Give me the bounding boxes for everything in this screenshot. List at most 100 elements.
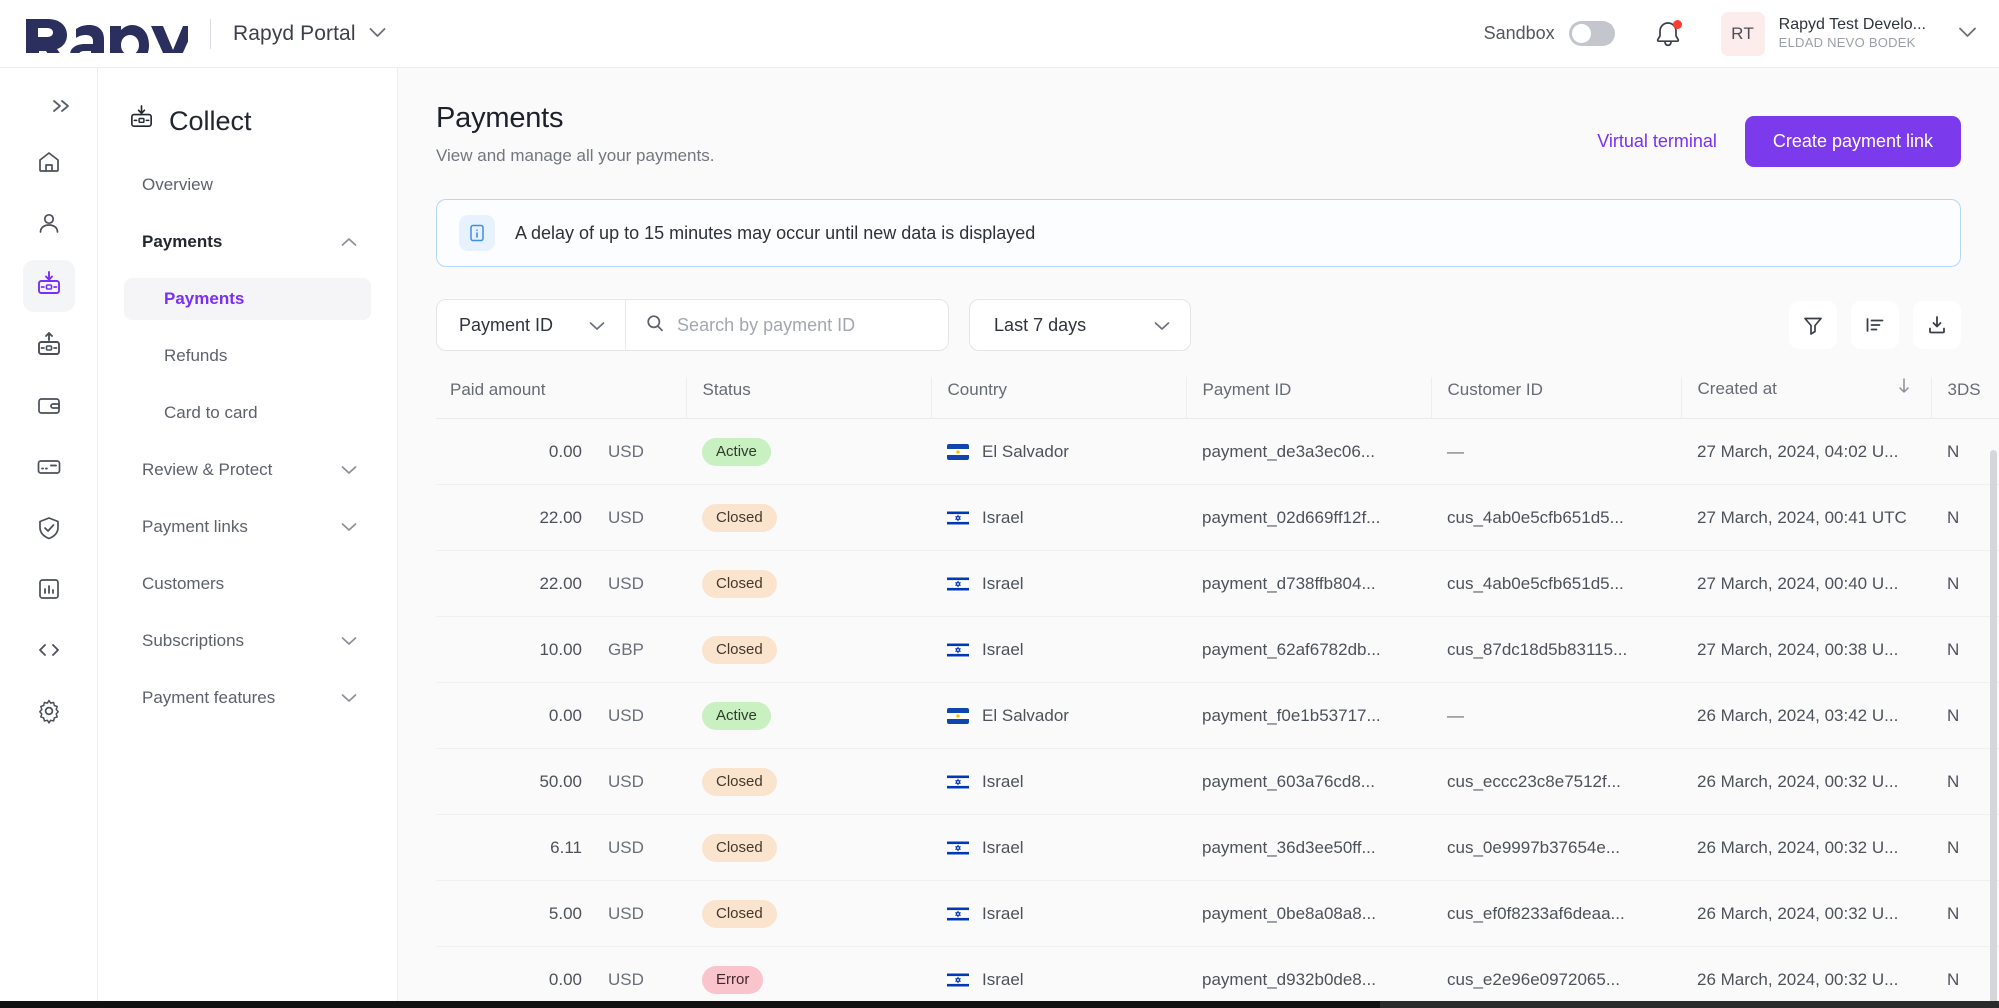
download-icon[interactable] (1913, 301, 1961, 349)
chevron-down-icon (589, 315, 605, 336)
filter-icon[interactable] (1789, 301, 1837, 349)
table-row[interactable]: 10.00 GBP Closed Israel payment_62af6782… (436, 617, 1999, 683)
sidebar-item-label: Payments (164, 289, 244, 309)
horizontal-scrollbar[interactable] (0, 1001, 1999, 1008)
rail-item-home[interactable] (23, 138, 75, 190)
cell-country: Israel (931, 749, 1186, 815)
sidebar-group-payments[interactable]: Payments (124, 221, 371, 263)
avatar: RT (1721, 12, 1765, 56)
rail-item-wallet[interactable] (23, 382, 75, 434)
cell-created-at: 26 March, 2024, 00:32 U... (1681, 815, 1931, 881)
info-icon (459, 215, 495, 251)
date-range-select[interactable]: Last 7 days (969, 299, 1191, 351)
column-label: Customer ID (1448, 380, 1543, 400)
cell-3ds: N (1931, 683, 1999, 749)
notification-bell-button[interactable] (1655, 20, 1681, 48)
table-head: Paid amount Status Country Payment ID (436, 377, 1999, 419)
column-header-status[interactable]: Status (686, 377, 931, 419)
column-header-country[interactable]: Country (931, 377, 1186, 419)
country-label: Israel (982, 838, 1024, 858)
chevron-down-icon (341, 517, 357, 537)
status-badge: Closed (702, 636, 777, 664)
cell-customer-id: cus_e2e96e0972065... (1431, 947, 1681, 1008)
horizontal-scrollbar-thumb[interactable] (0, 1001, 1380, 1008)
sidebar-item-refunds[interactable]: Refunds (124, 335, 371, 377)
column-header-paid-amount[interactable]: Paid amount (436, 377, 686, 419)
table-row[interactable]: 0.00 USD Active El Salvador payment_de3a… (436, 419, 1999, 485)
table-row[interactable]: 50.00 USD Closed Israel payment_603a76cd… (436, 749, 1999, 815)
table-row[interactable]: 0.00 USD Active El Salvador payment_f0e1… (436, 683, 1999, 749)
table-row[interactable]: 22.00 USD Closed Israel payment_d738ffb8… (436, 551, 1999, 617)
cell-3ds: N (1931, 485, 1999, 551)
cell-status: Closed (686, 815, 931, 881)
arrow-down-icon[interactable] (1897, 377, 1931, 400)
sidebar-item-overview[interactable]: Overview (124, 164, 371, 206)
column-header-created-at[interactable]: Created at (1681, 377, 1931, 419)
chevron-down-icon (341, 631, 357, 651)
double-chevron-right-icon[interactable] (40, 84, 84, 128)
cell-3ds: N (1931, 551, 1999, 617)
cell-currency: GBP (596, 617, 686, 683)
cell-customer-id: — (1431, 683, 1681, 749)
rail-item-issuing[interactable] (23, 443, 75, 495)
rail-item-settings[interactable] (23, 687, 75, 739)
chevron-down-icon[interactable] (369, 25, 386, 43)
virtual-terminal-link[interactable]: Virtual terminal (1597, 131, 1717, 152)
rail-item-clients[interactable] (23, 199, 75, 251)
column-header-customer-id[interactable]: Customer ID (1431, 377, 1681, 419)
table-row[interactable]: 5.00 USD Closed Israel payment_0be8a08a8… (436, 881, 1999, 947)
page-header-actions: Virtual terminal Create payment link (1597, 102, 1961, 167)
country-label: Israel (982, 970, 1024, 990)
wallet-icon (36, 393, 62, 424)
sidebar-item-customers[interactable]: Customers (124, 563, 371, 605)
flag-sv-icon (947, 444, 969, 460)
column-header-3ds[interactable]: 3DS (1931, 377, 1999, 419)
cell-country: Israel (931, 551, 1186, 617)
flag-il-icon (947, 774, 969, 790)
sidebar-item-payments[interactable]: Payments (124, 278, 371, 320)
cell-amount: 0.00 (436, 419, 596, 485)
brand[interactable]: Rapyd Portal (24, 15, 386, 53)
column-header-payment-id[interactable]: Payment ID (1186, 377, 1431, 419)
account-menu[interactable]: RT Rapyd Test Develo... ELDAD NEVO BODEK (1721, 12, 1977, 56)
subnav-title: Collect (98, 68, 397, 138)
rail-item-reports[interactable] (23, 565, 75, 617)
cell-3ds: N (1931, 419, 1999, 485)
rail-item-disburse[interactable] (23, 321, 75, 373)
cell-currency: USD (596, 485, 686, 551)
table-row[interactable]: 0.00 USD Error Israel payment_d932b0de8.… (436, 947, 1999, 1008)
cell-amount: 22.00 (436, 485, 596, 551)
vertical-scrollbar[interactable] (1990, 450, 1997, 1008)
delay-notice-text: A delay of up to 15 minutes may occur un… (515, 223, 1035, 244)
rail-item-developers[interactable] (23, 626, 75, 678)
flag-il-icon (947, 642, 969, 658)
status-badge: Error (702, 966, 763, 994)
status-badge: Closed (702, 768, 777, 796)
sidebar-group-review-protect[interactable]: Review & Protect (124, 449, 371, 491)
cell-currency: USD (596, 551, 686, 617)
create-payment-link-button[interactable]: Create payment link (1745, 116, 1961, 167)
search-input[interactable]: Search by payment ID (626, 314, 948, 337)
cell-3ds: N (1931, 815, 1999, 881)
chevron-down-icon[interactable] (1958, 25, 1977, 43)
sandbox-switch[interactable]: Sandbox (1484, 21, 1615, 46)
sidebar-item-label: Subscriptions (142, 631, 244, 651)
search-placeholder: Search by payment ID (677, 315, 855, 336)
status-badge: Closed (702, 900, 777, 928)
sort-icon[interactable] (1851, 301, 1899, 349)
chevron-up-icon (341, 232, 357, 252)
sandbox-toggle[interactable] (1569, 21, 1615, 46)
chevron-down-icon (341, 460, 357, 480)
table-row[interactable]: 22.00 USD Closed Israel payment_02d669ff… (436, 485, 1999, 551)
field-select[interactable]: Payment ID (437, 300, 626, 350)
sidebar-group-payment-features[interactable]: Payment features (124, 677, 371, 719)
sidebar-group-payment-links[interactable]: Payment links (124, 506, 371, 548)
sidebar-item-card-to-card[interactable]: Card to card (124, 392, 371, 434)
portal-name: Rapyd Portal (233, 22, 356, 46)
cell-3ds: N (1931, 749, 1999, 815)
rail-item-protect[interactable] (23, 504, 75, 556)
sidebar-group-subscriptions[interactable]: Subscriptions (124, 620, 371, 662)
table-row[interactable]: 6.11 USD Closed Israel payment_36d3ee50f… (436, 815, 1999, 881)
page-header: Payments View and manage all your paymen… (398, 102, 1999, 167)
rail-item-collect[interactable] (23, 260, 75, 312)
